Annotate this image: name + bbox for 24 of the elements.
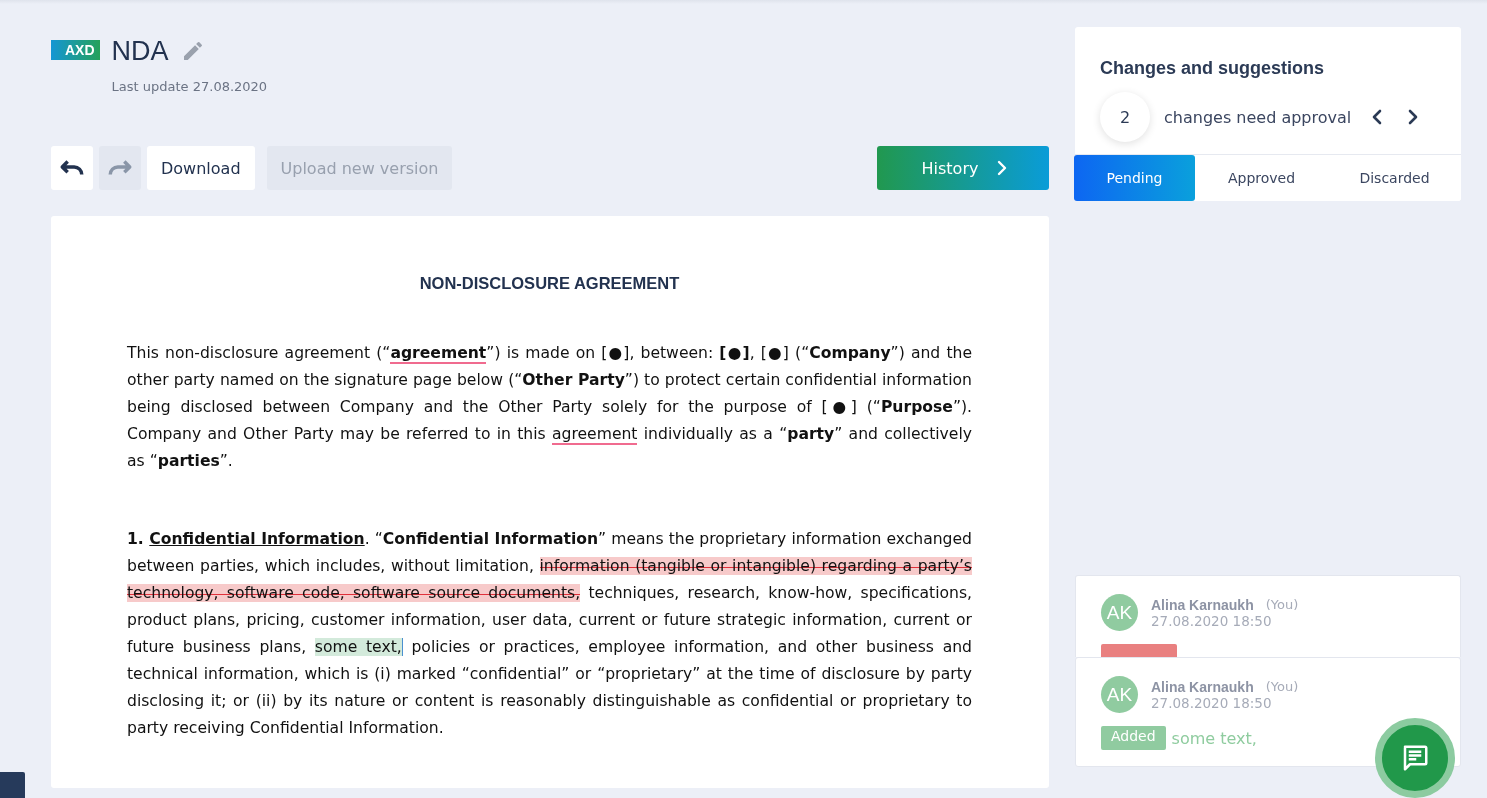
last-update-text: Last update 27.08.2020	[111, 79, 268, 94]
change-tag: Added	[1101, 726, 1166, 750]
document-paragraph: This non-disclosure agreement (“agreement”) is made on [●], between: [●], [●] (“Company”) and the other party named on the signature page below (“Other Party”) to protect certain confidential information being disclosed between Company and the Other Party solely for the purpose of [●] (“Purpose”). Company and Other Party may be referred to in this agreement individually as a “party” and collectively as “parties”.	[127, 343, 972, 472]
avatar: AK	[1101, 676, 1138, 713]
author-name: Alina Karnaukh	[1151, 678, 1254, 695]
previous-icon[interactable]	[1371, 109, 1384, 125]
count-label: changes need approval	[1164, 107, 1352, 127]
you-label: (You)	[1265, 596, 1299, 613]
panel-title: Changes and suggestions	[1099, 57, 1326, 79]
count-badge: 2	[1100, 92, 1150, 142]
toolbar-button[interactable]: Download	[147, 146, 255, 190]
change-text: some text,	[1171, 728, 1257, 748]
undo-button[interactable]	[51, 146, 93, 190]
document-heading: NON-DISCLOSURE AGREEMENT	[418, 274, 681, 293]
you-label: (You)	[1265, 678, 1299, 695]
avatar: AK	[1101, 594, 1138, 631]
project-badge: AXD	[51, 40, 100, 60]
comment-time: 27.08.2020 18:50	[1151, 612, 1273, 629]
comment-time: 27.08.2020 18:50	[1151, 694, 1273, 711]
next-icon[interactable]	[1407, 109, 1420, 125]
filter-tab[interactable]: Pending	[1074, 155, 1195, 201]
author-name: Alina Karnaukh	[1151, 596, 1254, 613]
document-title: NDA	[111, 38, 169, 64]
chevron-right-icon	[996, 160, 1009, 176]
